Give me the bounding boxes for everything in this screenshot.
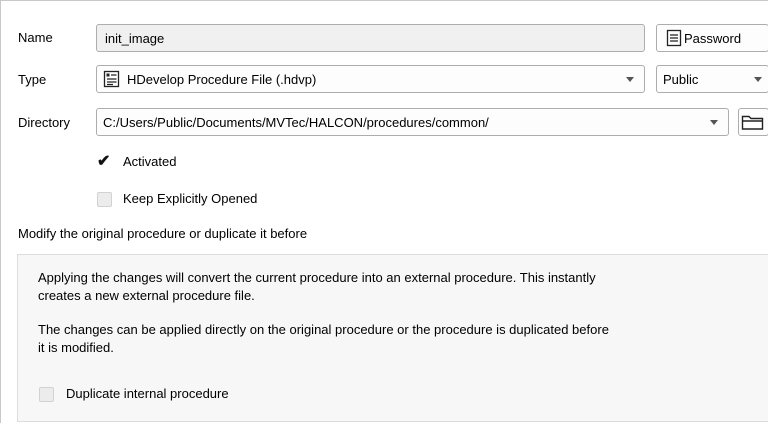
visibility-combobox[interactable]: Public	[656, 65, 768, 93]
modify-section-title: Modify the original procedure or duplica…	[18, 226, 308, 241]
info-text-1-line-2: creates a new external procedure file.	[38, 288, 255, 303]
name-label: Name	[18, 30, 53, 45]
document-lines-icon	[666, 29, 682, 47]
activated-label: Activated	[123, 154, 177, 169]
type-value: HDevelop Procedure File (.hdvp)	[127, 71, 317, 87]
browse-directory-button[interactable]	[738, 108, 768, 136]
type-label: Type	[18, 72, 47, 87]
password-button[interactable]: Password	[656, 24, 768, 52]
password-label: Password	[684, 30, 742, 46]
name-field[interactable]: init_image	[96, 24, 645, 52]
keep-opened-checkbox[interactable]	[97, 192, 112, 207]
chevron-down-icon	[754, 77, 762, 82]
activated-checkbox[interactable]: ✔	[97, 153, 112, 170]
visibility-value: Public	[663, 71, 699, 87]
modify-info-panel: Applying the changes will convert the cu…	[17, 254, 768, 422]
directory-combobox[interactable]: C:/Users/Public/Documents/MVTec/HALCON/p…	[96, 108, 729, 136]
checkmark-icon: ✔	[97, 153, 111, 170]
duplicate-procedure-checkbox[interactable]	[39, 387, 54, 402]
name-value: init_image	[105, 30, 165, 46]
info-text-2-line-2: it is modified.	[38, 340, 114, 355]
procedure-properties-panel: Name init_image Password Type HDevelop P…	[0, 0, 768, 423]
type-combobox[interactable]: HDevelop Procedure File (.hdvp)	[96, 65, 645, 93]
directory-label: Directory	[18, 115, 71, 130]
procedure-file-icon	[103, 70, 120, 88]
keep-opened-label: Keep Explicitly Opened	[123, 191, 258, 206]
folder-icon	[741, 115, 764, 130]
chevron-down-icon	[710, 120, 718, 125]
duplicate-procedure-label: Duplicate internal procedure	[66, 386, 229, 401]
chevron-down-icon	[626, 77, 634, 82]
directory-value: C:/Users/Public/Documents/MVTec/HALCON/p…	[103, 114, 489, 130]
info-text-2-line-1: The changes can be applied directly on t…	[38, 322, 609, 337]
info-text-1-line-1: Applying the changes will convert the cu…	[38, 270, 596, 285]
